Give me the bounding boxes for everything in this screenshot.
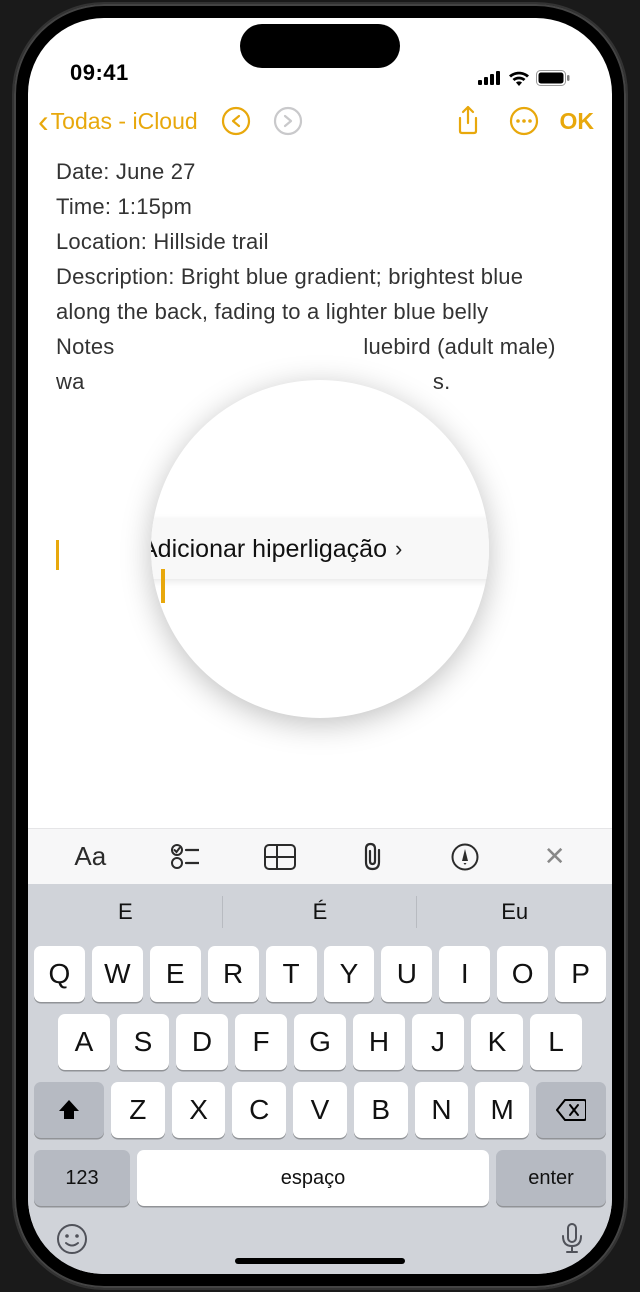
note-line: Date: June 27 <box>56 154 584 189</box>
format-toolbar: Aa ✕ <box>28 828 612 884</box>
key-l[interactable]: L <box>530 1014 582 1070</box>
suggestion[interactable]: É <box>223 884 418 940</box>
key-m[interactable]: M <box>475 1082 529 1138</box>
key-space[interactable]: espaço <box>137 1150 489 1206</box>
chevron-right-icon[interactable]: › <box>395 536 402 562</box>
key-x[interactable]: X <box>172 1082 226 1138</box>
back-button[interactable]: ‹ Todas - iCloud <box>38 105 198 137</box>
key-u[interactable]: U <box>381 946 432 1002</box>
share-icon <box>455 105 481 137</box>
key-f[interactable]: F <box>235 1014 287 1070</box>
key-t[interactable]: T <box>266 946 317 1002</box>
checklist-button[interactable] <box>171 844 199 870</box>
undo-button[interactable] <box>210 106 262 136</box>
key-y[interactable]: Y <box>324 946 375 1002</box>
done-button[interactable]: OK <box>560 108 595 135</box>
attachment-button[interactable] <box>360 842 386 872</box>
table-button[interactable] <box>264 844 296 870</box>
key-v[interactable]: V <box>293 1082 347 1138</box>
text-cursor <box>56 540 59 570</box>
close-format-bar-button[interactable]: ✕ <box>544 841 566 872</box>
key-backspace[interactable] <box>536 1082 606 1138</box>
wifi-icon <box>508 70 530 86</box>
key-shift[interactable] <box>34 1082 104 1138</box>
key-n[interactable]: N <box>415 1082 469 1138</box>
key-k[interactable]: K <box>471 1014 523 1070</box>
key-c[interactable]: C <box>232 1082 286 1138</box>
suggestion[interactable]: E <box>28 884 223 940</box>
cellular-icon <box>478 71 502 85</box>
text-format-button[interactable]: Aa <box>74 841 106 872</box>
chevron-left-icon: ‹ <box>38 105 49 137</box>
text-cursor <box>161 569 165 603</box>
key-i[interactable]: I <box>439 946 490 1002</box>
emoji-button[interactable] <box>56 1223 88 1255</box>
note-line: Notes __________________b luebird (adult… <box>56 329 584 364</box>
key-d[interactable]: D <box>176 1014 228 1070</box>
more-button[interactable] <box>498 106 550 136</box>
battery-icon <box>536 70 570 86</box>
key-j[interactable]: J <box>412 1014 464 1070</box>
redo-button <box>262 106 314 136</box>
key-z[interactable]: Z <box>111 1082 165 1138</box>
magnifier-loupe: Adicionar hiperligação › <box>151 380 489 718</box>
dictation-button[interactable] <box>560 1222 584 1256</box>
key-a[interactable]: A <box>58 1014 110 1070</box>
add-link-menu-item[interactable]: Adicionar hiperligação <box>151 535 387 564</box>
phone-frame: 09:41 ‹ Todas - iCloud <box>14 4 626 1288</box>
key-e[interactable]: E <box>150 946 201 1002</box>
context-menu: Adicionar hiperligação › <box>151 519 489 579</box>
status-icons <box>478 70 570 86</box>
key-h[interactable]: H <box>353 1014 405 1070</box>
key-g[interactable]: G <box>294 1014 346 1070</box>
shift-icon <box>57 1098 81 1122</box>
key-b[interactable]: B <box>354 1082 408 1138</box>
status-time: 09:41 <box>70 60 129 86</box>
key-numbers[interactable]: 123 <box>34 1150 130 1206</box>
share-button[interactable] <box>442 105 494 137</box>
back-label: Todas - iCloud <box>51 108 198 135</box>
redo-icon <box>273 106 303 136</box>
key-p[interactable]: P <box>555 946 606 1002</box>
note-line: Description: Bright blue gradient; brigh… <box>56 259 584 329</box>
markup-button[interactable] <box>451 843 479 871</box>
keyboard: E É Eu Q W E R T Y U I O P A S D F G <box>28 884 612 1274</box>
key-r[interactable]: R <box>208 946 259 1002</box>
key-o[interactable]: O <box>497 946 548 1002</box>
backspace-icon <box>556 1099 586 1121</box>
dynamic-island <box>240 24 400 68</box>
key-enter[interactable]: enter <box>496 1150 606 1206</box>
note-line: Time: 1:15pm <box>56 189 584 224</box>
key-q[interactable]: Q <box>34 946 85 1002</box>
key-w[interactable]: W <box>92 946 143 1002</box>
suggestion[interactable]: Eu <box>417 884 612 940</box>
screen: 09:41 ‹ Todas - iCloud <box>28 18 612 1274</box>
undo-icon <box>221 106 251 136</box>
home-indicator[interactable] <box>235 1258 405 1264</box>
key-s[interactable]: S <box>117 1014 169 1070</box>
suggestion-bar: E É Eu <box>28 884 612 940</box>
note-line: Location: Hillside trail <box>56 224 584 259</box>
ellipsis-circle-icon <box>509 106 539 136</box>
nav-toolbar: ‹ Todas - iCloud OK <box>28 92 612 150</box>
